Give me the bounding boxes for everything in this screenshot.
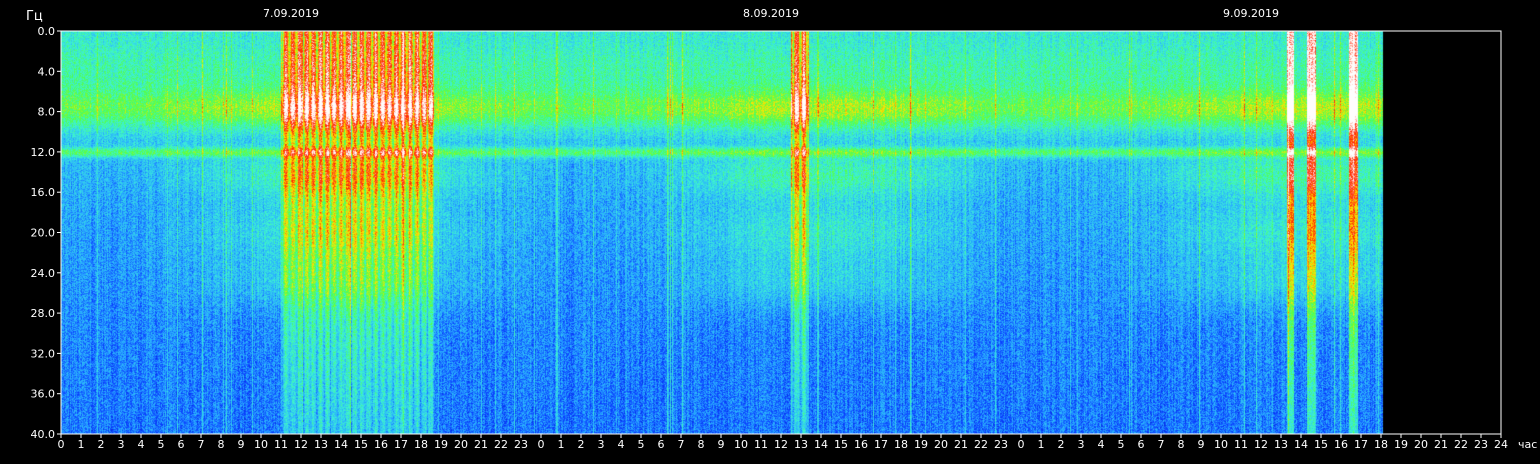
x-tick-label: 5: [158, 438, 165, 451]
x-tick-label: 10: [1214, 438, 1228, 451]
x-tick-label: 7: [1158, 438, 1165, 451]
x-tick-label: 14: [1294, 438, 1308, 451]
y-axis-label: Гц: [26, 9, 43, 24]
x-tick-label: 9: [238, 438, 245, 451]
x-tick-label: 9: [718, 438, 725, 451]
x-tick-label: 15: [1314, 438, 1328, 451]
spectrogram-plot-area: [61, 31, 1501, 434]
x-tick-label: 22: [974, 438, 988, 451]
x-tick-label: 12: [294, 438, 308, 451]
x-tick-label: 4: [1098, 438, 1105, 451]
x-tick-label: 13: [314, 438, 328, 451]
x-tick-label: 23: [1474, 438, 1488, 451]
x-tick-label: 19: [1394, 438, 1408, 451]
y-tick-label: 4.0: [38, 65, 56, 78]
spectrogram-chart: Гц час 0.0 4.0 8.0 12.0 16.0 20.0 24.0 28.0 32.0…: [0, 0, 1540, 460]
x-tick-label: 15: [834, 438, 848, 451]
y-tick-label: 0.0: [38, 25, 56, 38]
x-tick-label: 7: [198, 438, 205, 451]
x-tick-label: 10: [734, 438, 748, 451]
y-tick-label: 24.0: [31, 267, 56, 280]
x-tick-label: 1: [78, 438, 85, 451]
spectrogram-canvas: [61, 31, 1501, 434]
x-tick-label: 6: [1138, 438, 1145, 451]
y-tick-label: 12.0: [31, 146, 56, 159]
date-label: 8.09.2019: [743, 7, 799, 20]
x-tick-label: 17: [874, 438, 888, 451]
x-tick-label: 8: [1178, 438, 1185, 451]
x-tick-label: 21: [954, 438, 968, 451]
x-tick-label: 3: [118, 438, 125, 451]
x-tick-label: 0: [538, 438, 545, 451]
x-tick-label: 22: [1454, 438, 1468, 451]
x-tick-label: 18: [894, 438, 908, 451]
x-tick-label: 2: [578, 438, 585, 451]
x-tick-label: 11: [754, 438, 768, 451]
x-tick-label: 5: [1118, 438, 1125, 451]
y-tick-label: 16.0: [31, 186, 56, 199]
x-tick-label: 1: [1038, 438, 1045, 451]
x-tick-label: 2: [1058, 438, 1065, 451]
x-tick-label: 24: [1494, 438, 1508, 451]
x-tick-label: 23: [994, 438, 1008, 451]
x-tick-label: 21: [1434, 438, 1448, 451]
x-tick-label: 16: [1334, 438, 1348, 451]
x-tick-label: 3: [1078, 438, 1085, 451]
x-tick-label: 21: [474, 438, 488, 451]
x-tick-label: 16: [374, 438, 388, 451]
x-tick-label: 0: [1018, 438, 1025, 451]
x-tick-label: 8: [218, 438, 225, 451]
y-tick-label: 20.0: [31, 227, 56, 240]
x-tick-label: 22: [494, 438, 508, 451]
x-tick-label: 6: [658, 438, 665, 451]
x-tick-label: 2: [98, 438, 105, 451]
date-label: 7.09.2019: [263, 7, 319, 20]
x-tick-label: 3: [598, 438, 605, 451]
x-tick-label: 6: [178, 438, 185, 451]
x-tick-label: 12: [1254, 438, 1268, 451]
x-tick-label: 17: [1354, 438, 1368, 451]
x-tick-label: 14: [334, 438, 348, 451]
x-tick-label: 19: [434, 438, 448, 451]
x-tick-label: 14: [814, 438, 828, 451]
x-tick-label: 19: [914, 438, 928, 451]
chart-svg: Гц час 0.0 4.0 8.0 12.0 16.0 20.0 24.0 28.0 32.0…: [0, 0, 1540, 460]
x-tick-label: 16: [854, 438, 868, 451]
x-tick-label: 0: [58, 438, 65, 451]
x-tick-label: 23: [514, 438, 528, 451]
x-tick-label: 10: [254, 438, 268, 451]
x-tick-label: 1: [558, 438, 565, 451]
x-tick-label: 20: [454, 438, 468, 451]
x-tick-label: 12: [774, 438, 788, 451]
x-axis-label: час: [1518, 438, 1537, 451]
x-tick-label: 18: [414, 438, 428, 451]
x-tick-label: 5: [638, 438, 645, 451]
x-tick-label: 11: [274, 438, 288, 451]
x-tick-label: 13: [794, 438, 808, 451]
x-tick-label: 20: [934, 438, 948, 451]
y-tick-label: 8.0: [38, 106, 56, 119]
y-tick-label: 40.0: [31, 428, 56, 441]
x-tick-label: 11: [1234, 438, 1248, 451]
y-tick-label: 36.0: [31, 388, 56, 401]
x-tick-label: 8: [698, 438, 705, 451]
x-tick-label: 4: [138, 438, 145, 451]
x-tick-label: 13: [1274, 438, 1288, 451]
x-tick-label: 15: [354, 438, 368, 451]
x-tick-label: 17: [394, 438, 408, 451]
y-tick-label: 32.0: [31, 347, 56, 360]
x-tick-label: 9: [1198, 438, 1205, 451]
x-tick-label: 7: [678, 438, 685, 451]
date-label: 9.09.2019: [1223, 7, 1279, 20]
y-tick-label: 28.0: [31, 307, 56, 320]
x-tick-label: 4: [618, 438, 625, 451]
x-tick-label: 18: [1374, 438, 1388, 451]
x-tick-label: 20: [1414, 438, 1428, 451]
